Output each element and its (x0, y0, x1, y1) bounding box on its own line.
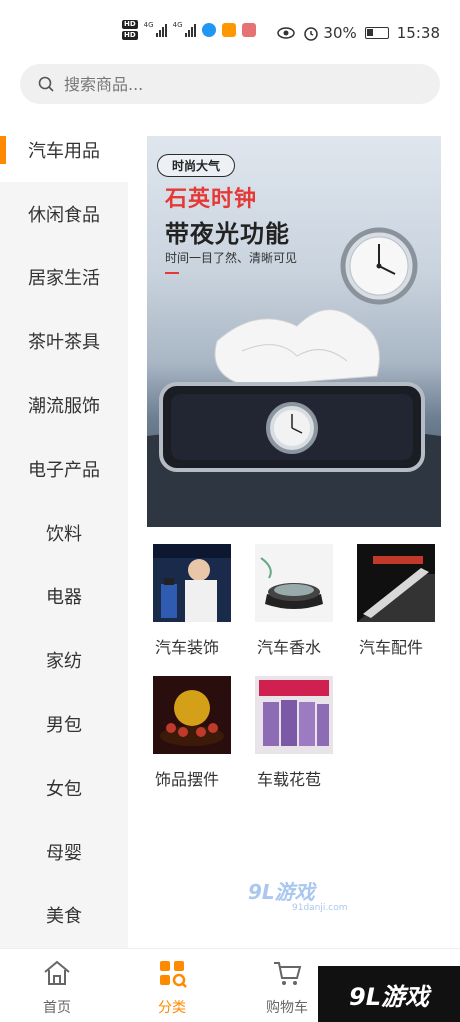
car-perfume-thumb (255, 544, 333, 622)
paw-notification-icon (241, 23, 256, 37)
hd-icon: HD HD (122, 20, 138, 40)
search-icon (38, 76, 54, 92)
search-input[interactable] (64, 74, 394, 94)
home-icon (44, 960, 70, 985)
sidebar-item-label: 潮流服饰 (28, 396, 100, 418)
nav-category[interactable]: 分类 (142, 957, 202, 1017)
sidebar-item-label: 女包 (46, 778, 82, 800)
sidebar-item-bedding[interactable]: 家纺 (0, 628, 128, 692)
category-banner[interactable]: 时尚大气 石英时钟 带夜光功能 时间一目了然、清晰可见 (147, 136, 441, 527)
status-right-icons: 30% 15:38 (277, 24, 440, 42)
battery-percent: 30% (323, 24, 357, 42)
sidebar-item-label: 男包 (46, 715, 82, 737)
sidebar-item-mens-bags[interactable]: 男包 (0, 692, 128, 756)
clock: 15:38 (396, 24, 440, 42)
product-label: 汽车香水 (257, 638, 322, 657)
status-left-icons: HD HD 4G 4G (122, 20, 256, 40)
sidebar-item-label: 茶叶茶具 (28, 332, 100, 354)
sidebar-item-label: 美食 (46, 906, 82, 928)
signal-icon-2: 4G (173, 21, 196, 37)
signal-icon: 4G (144, 21, 167, 37)
sidebar-item-womens-bags[interactable]: 女包 (0, 756, 128, 820)
product-label: 车载花苞 (257, 770, 322, 789)
eye-icon (277, 27, 296, 39)
app-notification-icon (201, 23, 216, 37)
nav-cart[interactable]: 购物车 (257, 957, 317, 1017)
alarm-icon (304, 27, 319, 41)
sidebar-item-appliances[interactable]: 电器 (0, 565, 128, 629)
product-car-parts[interactable]: 汽车配件 (351, 544, 451, 658)
category-icon (160, 961, 187, 988)
product-car-perfume[interactable]: 汽车香水 (249, 544, 349, 658)
search-bar[interactable] (20, 64, 440, 104)
sidebar-item-label: 家纺 (46, 651, 82, 673)
status-bar: HD HD 4G 4G 30% 15:38 (0, 0, 460, 66)
product-car-flower[interactable]: 车载花苞 (249, 676, 349, 790)
nav-home[interactable]: 首页 (27, 957, 87, 1017)
car-decoration-thumb (153, 544, 231, 622)
product-ornament[interactable]: 饰品摆件 (147, 676, 247, 790)
sidebar-item-fashion[interactable]: 潮流服饰 (0, 373, 128, 437)
sidebar-item-label: 电子产品 (28, 459, 100, 481)
sidebar-item-label: 居家生活 (28, 268, 100, 290)
sidebar-item-label: 汽车用品 (28, 140, 100, 162)
sidebar-item-home-living[interactable]: 居家生活 (0, 246, 128, 310)
product-label: 汽车装饰 (155, 638, 220, 657)
product-label: 汽车配件 (359, 638, 424, 657)
sidebar-item-label: 饮料 (46, 523, 82, 545)
sidebar-item-drinks[interactable]: 饮料 (0, 501, 128, 565)
sidebar-item-snacks[interactable]: 休闲食品 (0, 182, 128, 246)
product-car-decoration[interactable]: 汽车装饰 (147, 544, 247, 658)
watermark-logo: 9L游戏 91danji.com (248, 880, 348, 913)
corner-watermark-logo: 9L游戏 (318, 966, 460, 1022)
category-sidebar: 汽车用品 休闲食品 居家生活 茶叶茶具 潮流服饰 电子产品 饮料 电器 家纺 男… (0, 118, 128, 948)
sidebar-item-label: 休闲食品 (28, 204, 100, 226)
sidebar-item-tea[interactable]: 茶叶茶具 (0, 309, 128, 373)
sidebar-item-label: 母婴 (46, 842, 82, 864)
car-parts-thumb (357, 544, 435, 622)
cart-icon (274, 962, 302, 985)
sidebar-item-electronics[interactable]: 电子产品 (0, 437, 128, 501)
ornament-thumb (153, 676, 231, 754)
sidebar-item-label: 电器 (46, 587, 82, 609)
sidebar-item-baby[interactable]: 母婴 (0, 820, 128, 884)
sidebar-item-food[interactable]: 美食 (0, 884, 128, 948)
clock-product-image (147, 227, 441, 527)
battery-icon (364, 27, 389, 39)
car-flower-thumb (255, 676, 333, 754)
heart-notification-icon (221, 23, 236, 37)
sidebar-item-car-supplies[interactable]: 汽车用品 (0, 118, 128, 182)
product-label: 饰品摆件 (155, 770, 220, 789)
